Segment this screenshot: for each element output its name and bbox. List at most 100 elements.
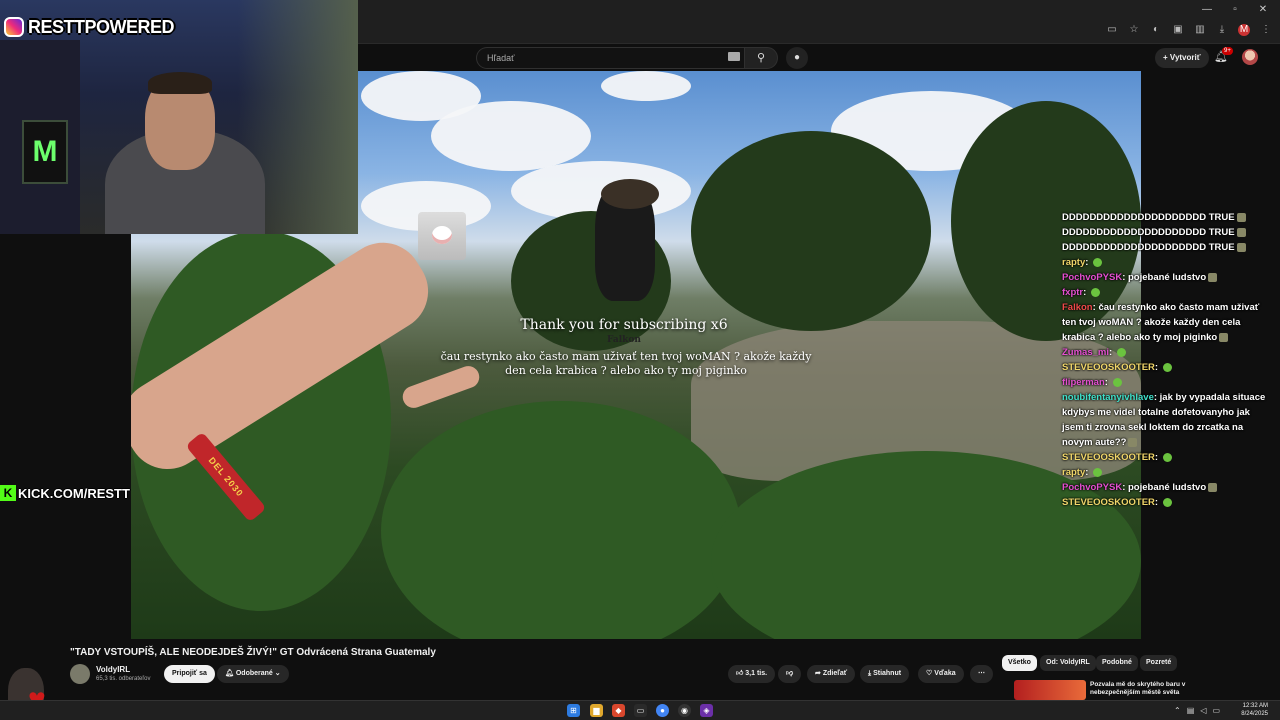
emote-icon <box>1162 497 1172 507</box>
recommended-title[interactable]: Pozvala mě do skrytého baru v nebezpečně… <box>1090 681 1200 697</box>
chat-separator: : <box>1085 257 1092 268</box>
emote-icon <box>1128 437 1138 447</box>
chat-message: DDDDDDDDDDDDDDDDDDDDD TRUE <box>1062 240 1274 255</box>
microphone-icon[interactable]: ● <box>786 47 808 69</box>
chat-message: DDDDDDDDDDDDDDDDDDDDD TRUE <box>1062 210 1274 225</box>
share-icon: ➦ <box>815 670 821 677</box>
keyboard-icon[interactable] <box>728 52 740 61</box>
emote-icon <box>1236 212 1246 222</box>
emote-icon <box>1219 332 1229 342</box>
puzzle-icon[interactable]: ▣ <box>1172 24 1184 36</box>
file-explorer-icon[interactable]: ▆ <box>590 704 603 717</box>
video-title: "TADY VSTOUPÍŠ, ALE NEODEJDEŠ ŽIVÝ!" GT … <box>70 647 436 658</box>
channel-name[interactable]: VoldyIRL <box>96 665 130 674</box>
close-icon[interactable]: ✕ <box>1254 4 1272 16</box>
recommended-thumbnail[interactable] <box>1014 680 1086 700</box>
chat-message: fliperman: <box>1062 375 1274 390</box>
instagram-badge: RESTTPOWERED <box>4 14 175 40</box>
obs-icon[interactable]: ◉ <box>678 704 691 717</box>
emote-icon <box>1236 242 1246 252</box>
restore-icon[interactable]: ▫ <box>1226 4 1244 16</box>
video-info: "TADY VSTOUPÍŠ, ALE NEODEJDEŠ ŽIVÝ!" GT … <box>0 640 1280 700</box>
chat-username: Zumas_mi <box>1062 347 1109 358</box>
join-button[interactable]: Pripojiť sa <box>164 665 215 683</box>
emote-icon <box>1236 227 1246 237</box>
chat-separator: : <box>1154 452 1161 463</box>
windows-start-icon[interactable]: ⊞ <box>567 704 580 717</box>
cloud <box>601 71 691 101</box>
sidebar-icon[interactable]: ▥ <box>1194 24 1206 36</box>
emote-icon <box>1090 287 1100 297</box>
subscribed-button[interactable]: 🔔︎ Odoberané ⌄ <box>217 665 289 683</box>
chat-username: STEVEOOSKOOTER <box>1062 452 1155 463</box>
emote-icon <box>1162 452 1172 462</box>
channel-avatar[interactable] <box>70 664 90 684</box>
chat-message: DDDDDDDDDDDDDDDDDDDDD TRUE <box>1062 225 1274 240</box>
bookmark-star-icon[interactable]: ☆ <box>1128 24 1140 36</box>
clock-date: 8/24/2025 <box>1241 711 1268 717</box>
chrome-icon[interactable]: ● <box>656 704 669 717</box>
dislike-button[interactable]: 👎︎ <box>778 665 802 683</box>
network-icon[interactable]: ▤ <box>1187 706 1195 715</box>
cloud <box>431 101 591 171</box>
chat-username: noubifentanyivhlave <box>1062 392 1154 403</box>
chat-username: fliperman <box>1062 377 1105 388</box>
chat-overlay: DDDDDDDDDDDDDDDDDDDDD TRUE DDDDDDDDDDDDDD… <box>1062 210 1274 510</box>
profile-icon[interactable]: M <box>1238 24 1250 36</box>
share-label: Zdieľať <box>822 670 848 677</box>
emote-icon <box>1208 272 1218 282</box>
browser-toolbar: ▭ ☆ ◐ ▣ ▥ ⤓ M ⋮ <box>1106 24 1272 36</box>
create-button[interactable]: + Vytvoriť <box>1155 48 1209 68</box>
chat-message: PochvoPYSK: pojebané ludstvo <box>1062 270 1274 285</box>
foliage <box>381 401 741 639</box>
app-icon[interactable]: ◈ <box>700 704 713 717</box>
chat-separator: : <box>1109 347 1115 358</box>
download-icon: ⤓ <box>868 670 872 677</box>
chat-message: fxptr: <box>1062 285 1274 300</box>
chat-username: PochvoPYSK <box>1062 482 1123 493</box>
chip-related[interactable]: Podobné <box>1096 655 1138 671</box>
animal-head <box>601 179 659 209</box>
thumbs-up-icon: 👍︎ <box>736 670 744 677</box>
terminal-icon[interactable]: ▭ <box>634 704 647 717</box>
chat-message: rapty: <box>1062 465 1274 480</box>
download-icon[interactable]: ⤓ <box>1216 24 1228 36</box>
search-input[interactable]: Hľadať <box>476 47 744 69</box>
battery-icon[interactable]: ▭ <box>1212 706 1220 715</box>
chevron-up-icon[interactable]: ⌃ <box>1174 706 1181 715</box>
menu-dots-icon[interactable]: ⋮ <box>1260 24 1272 36</box>
tree <box>691 131 931 331</box>
like-button[interactable]: 👍︎ 3,1 tis. <box>728 665 776 683</box>
chat-separator: : <box>1154 362 1161 373</box>
kick-badge: K KICK.COM/RESTT <box>0 483 130 503</box>
extension-icon[interactable]: ◐ <box>1150 24 1162 36</box>
cast-icon[interactable]: ▭ <box>1106 24 1118 36</box>
chip-from-channel[interactable]: Od: VoldyIRL <box>1040 655 1096 671</box>
chat-username: rapty <box>1062 257 1086 268</box>
chat-username: Falkon <box>1062 302 1093 313</box>
minimize-icon[interactable]: — <box>1198 4 1216 16</box>
chat-separator: : <box>1154 497 1161 508</box>
chat-separator: : <box>1104 377 1111 388</box>
more-actions-button[interactable]: ⋯ <box>970 665 993 683</box>
share-button[interactable]: ➦ Zdieľať <box>807 665 856 683</box>
thanks-button[interactable]: ♡ Vďaka <box>918 665 964 683</box>
chat-text: DDDDDDDDDDDDDDDDDDDDD TRUE <box>1062 212 1235 223</box>
chip-watched[interactable]: Pozreté <box>1140 655 1178 671</box>
monster-energy-can: M <box>22 120 68 184</box>
volume-icon[interactable]: ◁ <box>1200 706 1206 715</box>
chat-message: Falkon: čau restynko ako často mam uživa… <box>1062 300 1274 345</box>
chat-message: PochvoPYSK: pojebané ludstvo <box>1062 480 1274 495</box>
clock[interactable]: 12:32 AM 8/24/2025 <box>1241 702 1268 718</box>
chip-all[interactable]: Všetko <box>1002 655 1037 671</box>
bell-icon: 🔔︎ <box>225 670 234 677</box>
more-dots-icon: ⋯ <box>978 670 985 677</box>
brave-browser-icon[interactable]: ◆ <box>612 704 625 717</box>
chat-text: DDDDDDDDDDDDDDDDDDDDD TRUE <box>1062 242 1235 253</box>
download-button[interactable]: ⤓ Stiahnut <box>860 665 910 683</box>
avatar[interactable] <box>1242 49 1258 65</box>
subscribed-label: Odoberané <box>235 670 273 677</box>
search-button[interactable]: ⚲ <box>744 47 778 69</box>
chat-message: noubifentanyivhlave: jak by vypadala sit… <box>1062 390 1274 450</box>
search-icon: ⚲ <box>756 52 766 64</box>
